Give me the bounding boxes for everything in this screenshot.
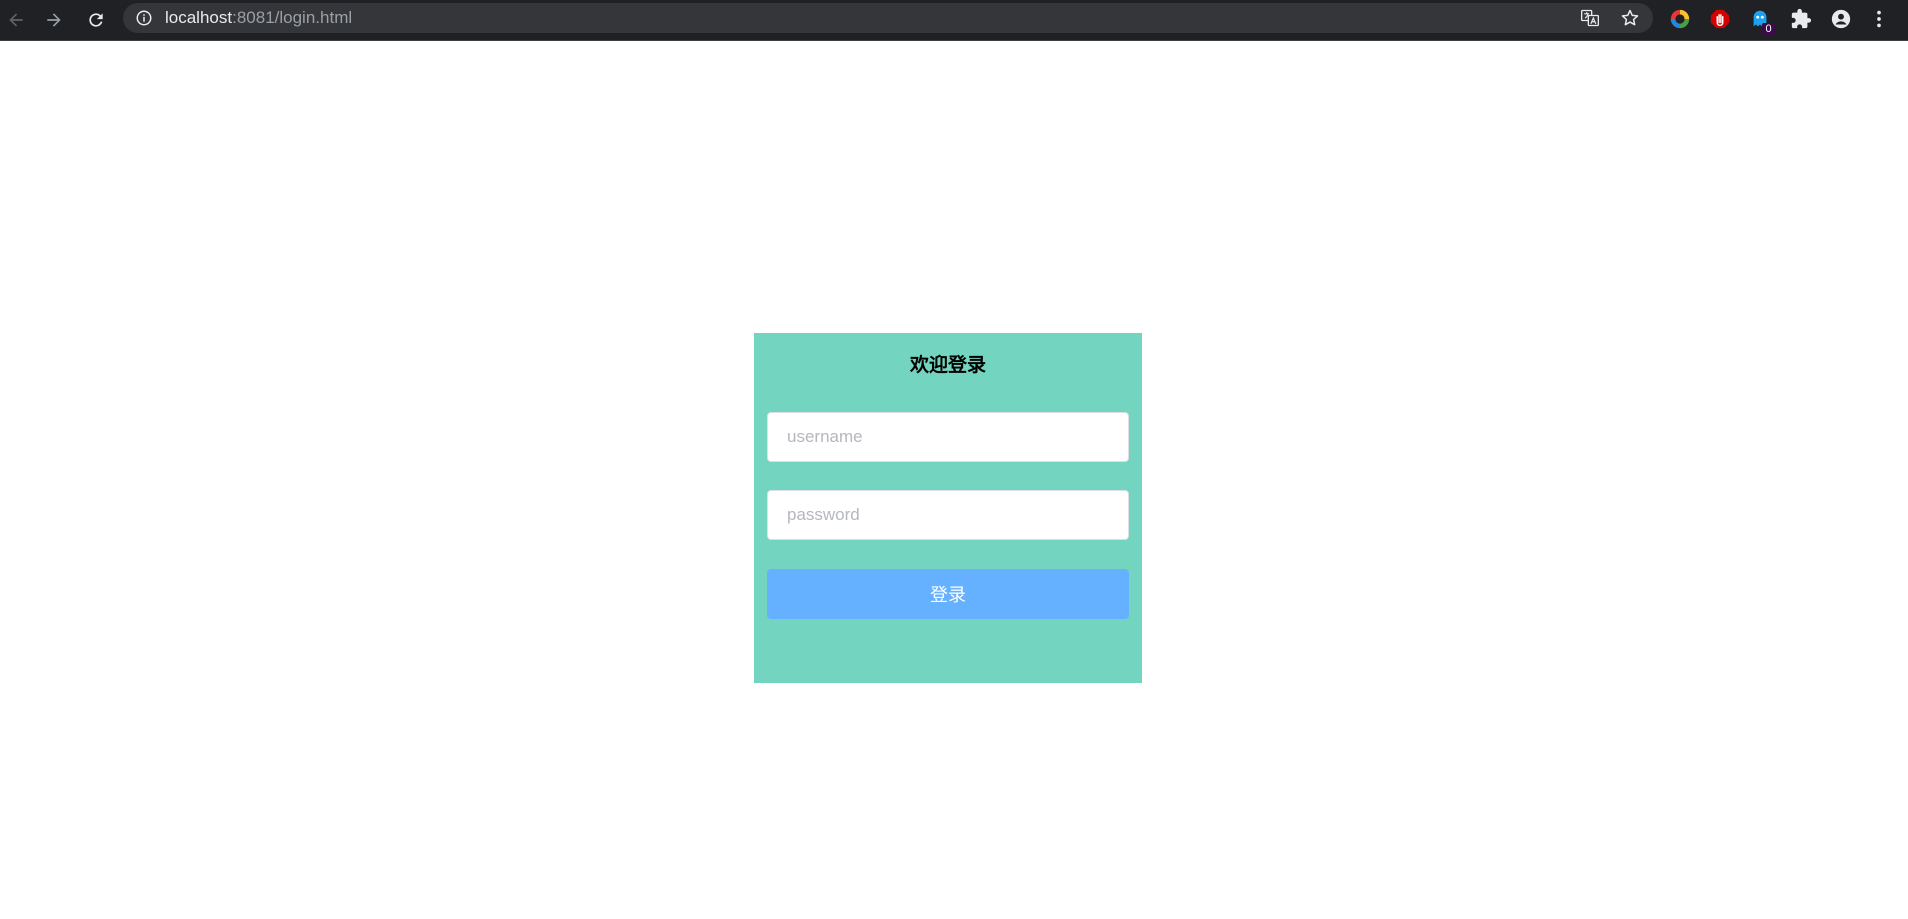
extensions-button[interactable] [1788, 6, 1814, 32]
extension-badge: 0 [1762, 23, 1775, 35]
url-text[interactable]: localhost:8081/login.html [165, 9, 352, 27]
back-button[interactable] [0, 4, 32, 36]
login-title: 欢迎登录 [909, 354, 986, 376]
login-panel: 欢迎登录 登录 [754, 333, 1142, 683]
extension-color-button[interactable] [1667, 6, 1693, 32]
puzzle-icon [1791, 8, 1812, 29]
info-icon[interactable] [135, 9, 153, 27]
reload-icon [89, 13, 103, 27]
profile-button[interactable] [1828, 6, 1854, 32]
url-host: localhost [165, 8, 233, 27]
extension-ghost-button[interactable]: 0 [1747, 6, 1775, 35]
username-input[interactable] [767, 412, 1129, 462]
account-icon [1831, 9, 1851, 29]
page-viewport: 欢迎登录 登录 [0, 41, 1908, 919]
login-button[interactable]: 登录 [767, 569, 1129, 619]
arrow-right-icon [47, 13, 61, 27]
translate-icon [1581, 9, 1599, 27]
arrow-left-icon [9, 13, 23, 27]
browser-toolbar: localhost:8081/login.html 0 [0, 0, 1908, 41]
bookmark-button[interactable] [1620, 8, 1640, 28]
translate-button[interactable] [1580, 8, 1600, 28]
kebab-menu-icon [1877, 10, 1881, 28]
address-bar[interactable]: localhost:8081/login.html [123, 3, 1653, 33]
menu-button[interactable] [1866, 6, 1892, 32]
url-path: :8081/login.html [232, 8, 353, 27]
star-icon [1621, 9, 1639, 26]
forward-button[interactable] [38, 4, 70, 36]
reload-button[interactable] [80, 4, 112, 36]
stop-hand-icon [1710, 9, 1730, 29]
extension-stop-button[interactable] [1707, 6, 1733, 32]
password-input[interactable] [767, 490, 1129, 540]
color-wheel-icon [1670, 9, 1690, 29]
